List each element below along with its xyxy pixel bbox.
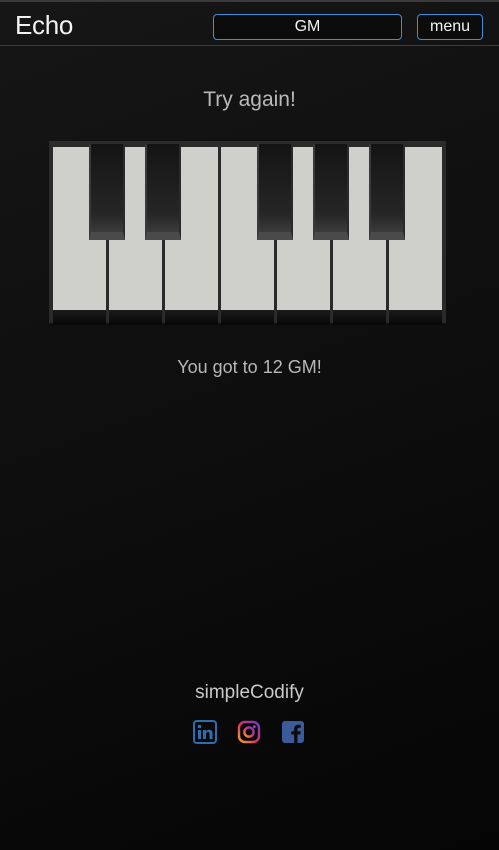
mode-select[interactable]: GM xyxy=(213,14,402,40)
app-title: Echo xyxy=(15,10,74,40)
status-message: Try again! xyxy=(203,88,296,111)
black-key-2[interactable] xyxy=(145,144,181,240)
score-message: You got to 12 GM! xyxy=(177,357,322,377)
app-header: Echo GM menu xyxy=(0,0,499,46)
black-key-1[interactable] xyxy=(89,144,125,240)
black-key-3[interactable] xyxy=(257,144,293,240)
piano-keyboard xyxy=(49,141,446,325)
brand-name: simpleCodify xyxy=(195,682,304,703)
black-key-5[interactable] xyxy=(369,144,405,240)
instagram-icon[interactable] xyxy=(237,720,261,744)
facebook-icon[interactable] xyxy=(281,720,305,744)
menu-button[interactable]: menu xyxy=(417,14,483,40)
linkedin-icon[interactable] xyxy=(193,720,217,744)
black-key-4[interactable] xyxy=(313,144,349,240)
